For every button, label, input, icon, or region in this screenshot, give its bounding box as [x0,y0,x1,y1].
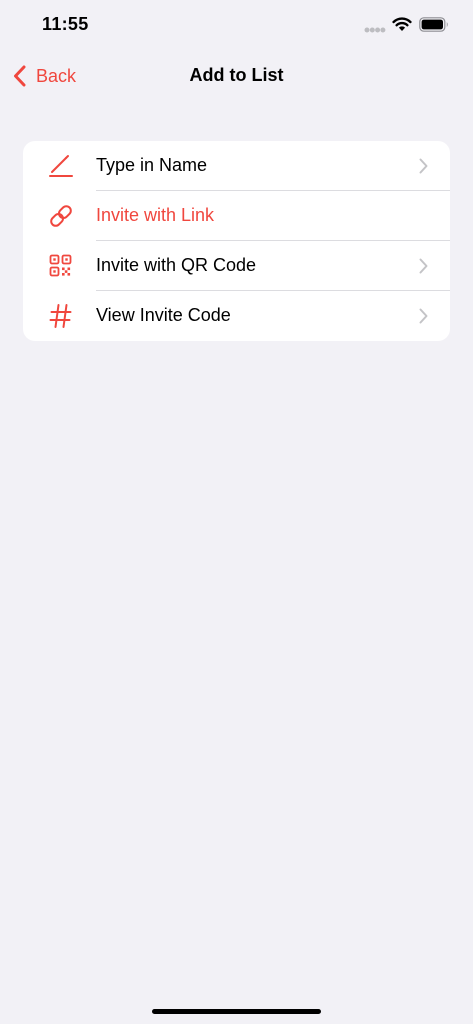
home-indicator[interactable] [152,1009,321,1014]
list-item-view-invite-code[interactable]: View Invite Code [23,291,450,341]
navigation-bar: Back Add to List [0,52,473,100]
list-item-type-in-name[interactable]: Type in Name [23,141,450,191]
row-label: Invite with QR Code [96,255,257,275]
page-title: Add to List [189,65,284,85]
status-time: 11:55 [42,14,89,34]
battery-icon [419,17,448,32]
link-icon [50,205,72,227]
chevron-right-icon [419,158,428,174]
add-to-list-options: Type in Name Invite with Link Invite wit… [23,141,450,341]
status-bar: 11:55 [0,0,473,52]
wifi-icon [392,17,412,31]
chevron-right-icon [419,258,428,274]
cellular-signal-icon [364,27,386,33]
pencil-icon [49,155,73,177]
list-item-invite-with-qr-code[interactable]: Invite with QR Code [23,241,450,291]
qr-code-icon [49,254,72,277]
hashtag-icon [49,304,72,328]
row-label: Type in Name [96,155,208,175]
chevron-right-icon [419,308,428,324]
row-label: View Invite Code [96,305,231,325]
row-label: Invite with Link [96,205,215,225]
list-item-invite-with-link[interactable]: Invite with Link [23,191,450,241]
